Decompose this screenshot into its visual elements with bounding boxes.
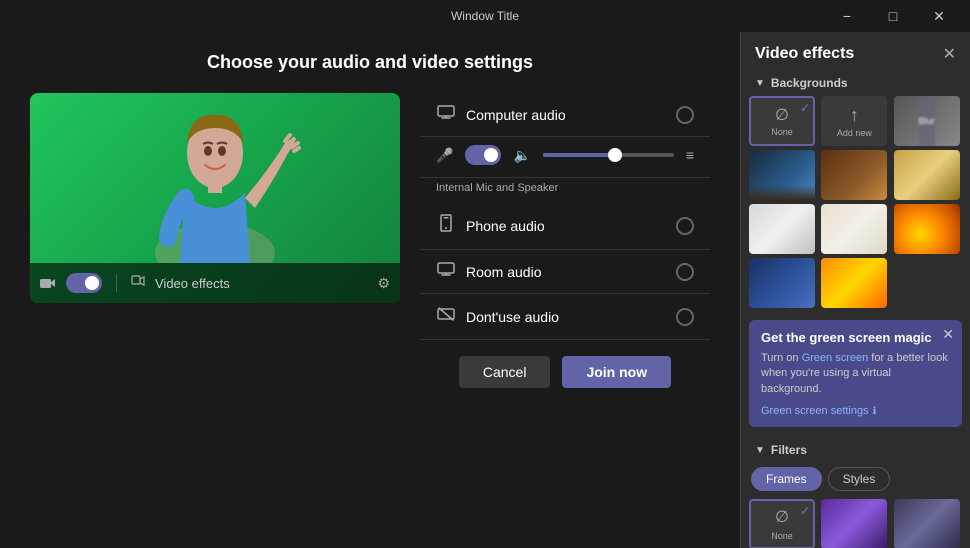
video-preview: Video effects ⚙ [30,93,400,303]
internal-mic-label: Internal Mic and Speaker [420,178,710,202]
window-controls: − □ ✕ [824,0,962,32]
maximize-button[interactable]: □ [870,0,916,32]
main-container: Choose your audio and video settings [0,32,970,548]
audio-option-none[interactable]: Dont'use audio [420,294,710,340]
video-effects-panel: Video effects ✕ ▼ Backgrounds ∅ None ✓ ↑… [740,32,970,548]
person-svg [30,93,400,263]
chevron-down-icon: ▼ [755,445,765,456]
no-audio-label: Dont'use audio [466,309,559,325]
background-image-3[interactable] [894,150,960,200]
phone-audio-radio[interactable] [676,217,694,235]
phone-audio-label: Phone audio [466,218,545,234]
page-title: Choose your audio and video settings [30,52,710,73]
speaker-icon: 🔈 [513,147,530,164]
panel-title: Video effects [755,45,854,63]
audio-option-computer[interactable]: Computer audio [420,93,710,137]
room-audio-radio[interactable] [676,263,694,281]
join-now-button[interactable]: Join now [562,356,671,388]
background-image-7[interactable] [749,258,815,308]
background-image-5[interactable] [821,204,887,254]
background-none-thumb[interactable]: ∅ None ✓ [749,96,815,146]
divider [116,274,117,292]
selected-checkmark: ✓ [800,101,810,115]
green-screen-link[interactable]: Green screen [802,352,869,364]
left-content-area: Choose your audio and video settings [0,32,740,548]
green-screen-promo: ✕ Get the green screen magic Turn on Gre… [749,320,962,427]
camera-toggle[interactable] [66,273,102,293]
settings-gear-icon[interactable]: ⚙ [377,275,390,292]
green-screen-settings-link[interactable]: Green screen settings ℹ [761,405,950,417]
close-window-button[interactable]: ✕ [916,0,962,32]
camera-icon[interactable] [40,277,56,289]
background-image-8[interactable] [821,258,887,308]
computer-audio-icon [436,105,456,124]
volume-thumb [608,148,622,162]
tab-frames[interactable]: Frames [751,467,822,491]
info-icon: ℹ [873,406,877,417]
promo-title: Get the green screen magic [761,330,950,345]
filter-selected-checkmark: ✓ [800,504,810,518]
audio-option-phone[interactable]: Phone audio [420,202,710,250]
volume-slider[interactable] [543,153,674,157]
promo-body: Turn on Green screen for a better look w… [761,351,950,397]
chevron-down-icon: ▼ [755,78,765,89]
background-image-2[interactable] [821,150,887,200]
video-controls-bar: Video effects ⚙ [30,263,400,303]
content-row: Video effects ⚙ [30,93,710,528]
internal-mic-row: 🎤 🔈 ≡ [420,137,710,178]
video-effects-button[interactable]: Video effects [155,276,230,291]
background-image-6[interactable] [894,204,960,254]
background-image-1[interactable] [749,150,815,200]
no-audio-radio[interactable] [676,308,694,326]
background-add-new-thumb[interactable]: ↑ Add new [821,96,887,146]
filters-grid: ∅ None ✓ [741,499,970,548]
cancel-button[interactable]: Cancel [459,356,551,388]
volume-fill [543,153,615,157]
mic-icon: 🎤 [436,147,453,164]
filters-section: ▼ Filters Frames Styles ∅ None ✓ [741,435,970,548]
minimize-button[interactable]: − [824,0,870,32]
close-panel-button[interactable]: ✕ [943,44,956,64]
phone-audio-icon [436,214,456,237]
backgrounds-grid: ∅ None ✓ ↑ Add new Blur [741,96,970,316]
room-audio-icon [436,262,456,281]
filter-none-thumb[interactable]: ∅ None ✓ [749,499,815,548]
filters-section-header[interactable]: ▼ Filters [741,439,970,463]
no-audio-icon [436,306,456,327]
panel-header: Video effects ✕ [741,32,970,72]
window-title: Window Title [451,9,519,23]
backgrounds-section-header[interactable]: ▼ Backgrounds [741,72,970,96]
settings-panel: Computer audio 🎤 🔈 ≡ Internal M [420,93,710,528]
filter-tabs: Frames Styles [741,463,970,499]
filter-thumb-1[interactable] [821,499,887,548]
computer-audio-radio[interactable] [676,106,694,124]
video-effects-icon [131,275,145,292]
background-image-4[interactable] [749,204,815,254]
title-bar: Window Title − □ ✕ [0,0,970,32]
mic-settings-icon[interactable]: ≡ [686,147,694,163]
filter-thumb-2[interactable] [894,499,960,548]
background-blur-thumb[interactable]: Blur [894,96,960,146]
action-buttons: Cancel Join now [420,356,710,388]
room-audio-label: Room audio [466,264,542,280]
tab-styles[interactable]: Styles [828,467,891,491]
computer-audio-label: Computer audio [466,107,566,123]
promo-close-button[interactable]: ✕ [942,326,954,343]
audio-option-room[interactable]: Room audio [420,250,710,294]
mic-toggle[interactable] [465,145,501,165]
